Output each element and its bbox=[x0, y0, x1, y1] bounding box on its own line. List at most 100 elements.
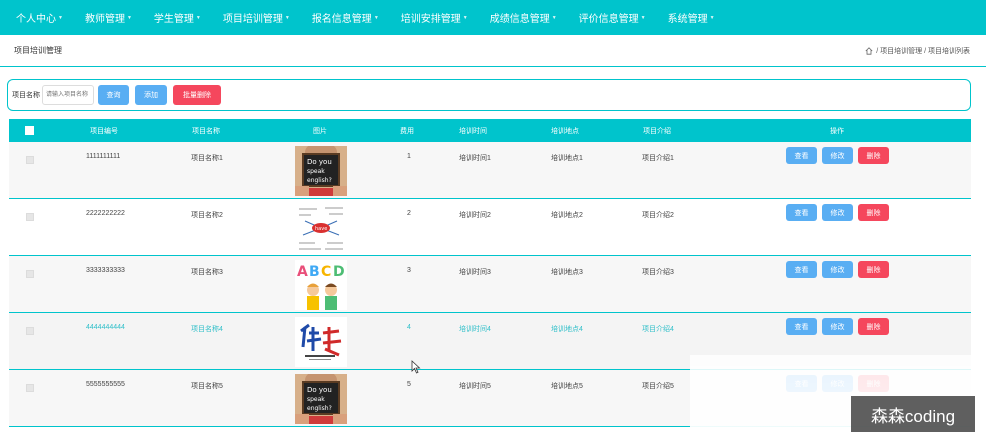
mouse-cursor-icon bbox=[411, 360, 421, 374]
column-header-actions: 操作 bbox=[830, 127, 844, 135]
nav-item-grades[interactable]: 成绩信息管理 ▼ bbox=[490, 10, 557, 25]
health-calligraphy-image bbox=[295, 317, 347, 367]
delete-button[interactable]: 删除 bbox=[858, 318, 889, 335]
edit-button[interactable]: 修改 bbox=[822, 147, 853, 164]
row-checkbox[interactable] bbox=[26, 384, 34, 392]
row-actions: 查看 修改 删除 bbox=[786, 261, 889, 278]
cell-name: 项目名称4 bbox=[191, 326, 223, 333]
nav-item-student[interactable]: 学生管理 ▼ bbox=[154, 10, 201, 25]
edit-button[interactable]: 修改 bbox=[822, 204, 853, 221]
nav-item-project-training[interactable]: 项目培训管理 ▼ bbox=[223, 10, 290, 25]
watermark: 森森coding bbox=[851, 396, 975, 432]
svg-text:D: D bbox=[333, 264, 345, 280]
row-checkbox[interactable] bbox=[26, 156, 34, 164]
table-header: 项目编号 项目名称 图片 费用 培训时间 培训地点 项目介绍 操作 bbox=[9, 119, 971, 142]
search-panel: 项目名称 查询 添加 批量删除 bbox=[7, 79, 971, 111]
cell-name: 项目名称5 bbox=[191, 383, 223, 390]
cell-fee: 3 bbox=[407, 267, 411, 274]
view-button[interactable]: 查看 bbox=[786, 204, 817, 221]
cell-name: 项目名称3 bbox=[191, 269, 223, 276]
svg-text:english?: english? bbox=[307, 405, 332, 412]
cell-time: 培训时间5 bbox=[459, 383, 491, 390]
nav-item-label: 培训安排管理 bbox=[400, 14, 461, 25]
nav-item-label: 学生管理 bbox=[153, 14, 194, 25]
nav-item-system[interactable]: 系统管理 ▼ bbox=[668, 10, 715, 25]
cell-fee: 2 bbox=[407, 210, 411, 217]
svg-text:speak: speak bbox=[307, 168, 325, 175]
cell-intro: 项目介绍5 bbox=[642, 383, 674, 390]
row-checkbox[interactable] bbox=[26, 327, 34, 335]
cell-intro: 项目介绍2 bbox=[642, 212, 674, 219]
view-button[interactable]: 查看 bbox=[786, 318, 817, 335]
column-header-time[interactable]: 培训时间 bbox=[459, 119, 487, 142]
cell-id: 5555555555 bbox=[86, 381, 125, 388]
cell-id: 2222222222 bbox=[86, 210, 125, 217]
cell-time: 培训时间3 bbox=[459, 269, 491, 276]
column-header-place[interactable]: 培训地点 bbox=[551, 119, 579, 142]
svg-text:have: have bbox=[315, 226, 327, 232]
search-button[interactable]: 查询 bbox=[98, 85, 129, 105]
chevron-down-icon: ▼ bbox=[126, 14, 132, 21]
delete-button[interactable]: 删除 bbox=[858, 147, 889, 164]
do-you-speak-english-image: Do you speak english? bbox=[295, 146, 347, 196]
abcd-kids-image: ABCD bbox=[295, 260, 347, 310]
row-checkbox[interactable] bbox=[26, 270, 34, 278]
batch-delete-button[interactable]: 批量删除 bbox=[173, 85, 221, 105]
nav-item-label: 报名信息管理 bbox=[311, 14, 372, 25]
cell-place: 培训地点1 bbox=[551, 155, 583, 162]
nav-item-enrollment[interactable]: 报名信息管理 ▼ bbox=[312, 10, 379, 25]
edit-button[interactable]: 修改 bbox=[822, 318, 853, 335]
select-all-checkbox[interactable] bbox=[25, 119, 34, 142]
nav-item-label: 系统管理 bbox=[667, 14, 708, 25]
row-actions: 查看 修改 删除 bbox=[786, 318, 889, 335]
header-bar: 项目培训管理 / 项目培训管理 / 项目培训列表 bbox=[0, 35, 986, 67]
svg-text:english?: english? bbox=[307, 177, 332, 184]
view-button[interactable]: 查看 bbox=[786, 147, 817, 164]
svg-text:C: C bbox=[321, 264, 331, 280]
chevron-down-icon: ▼ bbox=[551, 14, 557, 21]
chevron-down-icon: ▼ bbox=[195, 14, 201, 21]
cell-id: 3333333333 bbox=[86, 267, 125, 274]
nav-item-teacher[interactable]: 教师管理 ▼ bbox=[85, 10, 132, 25]
breadcrumb: / 项目培训管理 / 项目培训列表 bbox=[865, 46, 970, 56]
chevron-down-icon: ▼ bbox=[462, 14, 468, 21]
cell-id: 4444444444 bbox=[86, 324, 125, 331]
home-icon[interactable] bbox=[865, 46, 873, 55]
row-checkbox[interactable] bbox=[26, 213, 34, 221]
svg-text:Do you: Do you bbox=[307, 158, 332, 166]
view-button[interactable]: 查看 bbox=[786, 261, 817, 278]
svg-text:Do you: Do you bbox=[307, 386, 332, 394]
chevron-down-icon: ▼ bbox=[284, 14, 290, 21]
table-row: 3333333333 项目名称3 ABCD 3 培训时间3 培训地点3 项目介绍… bbox=[9, 256, 971, 313]
cell-intro: 项目介绍3 bbox=[642, 269, 674, 276]
cell-time: 培训时间4 bbox=[459, 326, 491, 333]
delete-button[interactable]: 删除 bbox=[858, 204, 889, 221]
project-table: 项目编号 项目名称 图片 费用 培训时间 培训地点 项目介绍 操作 111111… bbox=[9, 119, 971, 427]
column-header-name[interactable]: 项目名称 bbox=[192, 119, 220, 142]
cell-fee: 5 bbox=[407, 381, 411, 388]
column-header-fee[interactable]: 费用 bbox=[400, 119, 414, 142]
nav-item-label: 评价信息管理 bbox=[578, 14, 639, 25]
cell-place: 培训地点2 bbox=[551, 212, 583, 219]
page-title: 项目培训管理 bbox=[14, 46, 62, 55]
column-header-image: 图片 bbox=[313, 127, 327, 135]
delete-button[interactable]: 删除 bbox=[858, 261, 889, 278]
search-label: 项目名称 bbox=[12, 92, 40, 99]
cell-name: 项目名称2 bbox=[191, 212, 223, 219]
nav-item-evaluation[interactable]: 评价信息管理 ▼ bbox=[579, 10, 646, 25]
nav-item-schedule[interactable]: 培训安排管理 ▼ bbox=[401, 10, 468, 25]
nav-item-label: 项目培训管理 bbox=[222, 14, 283, 25]
add-button[interactable]: 添加 bbox=[135, 85, 167, 105]
cell-place: 培训地点3 bbox=[551, 269, 583, 276]
table-row: 2222222222 项目名称2 have 2 培训时间2 培训地点2 项目介绍… bbox=[9, 199, 971, 256]
nav-item-personal-center[interactable]: 个人中心 ▼ bbox=[16, 10, 63, 25]
chevron-down-icon: ▼ bbox=[58, 14, 63, 21]
cell-fee: 1 bbox=[407, 153, 411, 160]
edit-button[interactable]: 修改 bbox=[822, 261, 853, 278]
row-actions: 查看 修改 删除 bbox=[786, 147, 889, 164]
search-input[interactable] bbox=[42, 85, 94, 105]
svg-text:speak: speak bbox=[307, 396, 325, 403]
column-header-id[interactable]: 项目编号 bbox=[90, 119, 118, 142]
breadcrumb-path: / 项目培训管理 / 项目培训列表 bbox=[876, 47, 970, 55]
cell-place: 培训地点4 bbox=[551, 326, 583, 333]
